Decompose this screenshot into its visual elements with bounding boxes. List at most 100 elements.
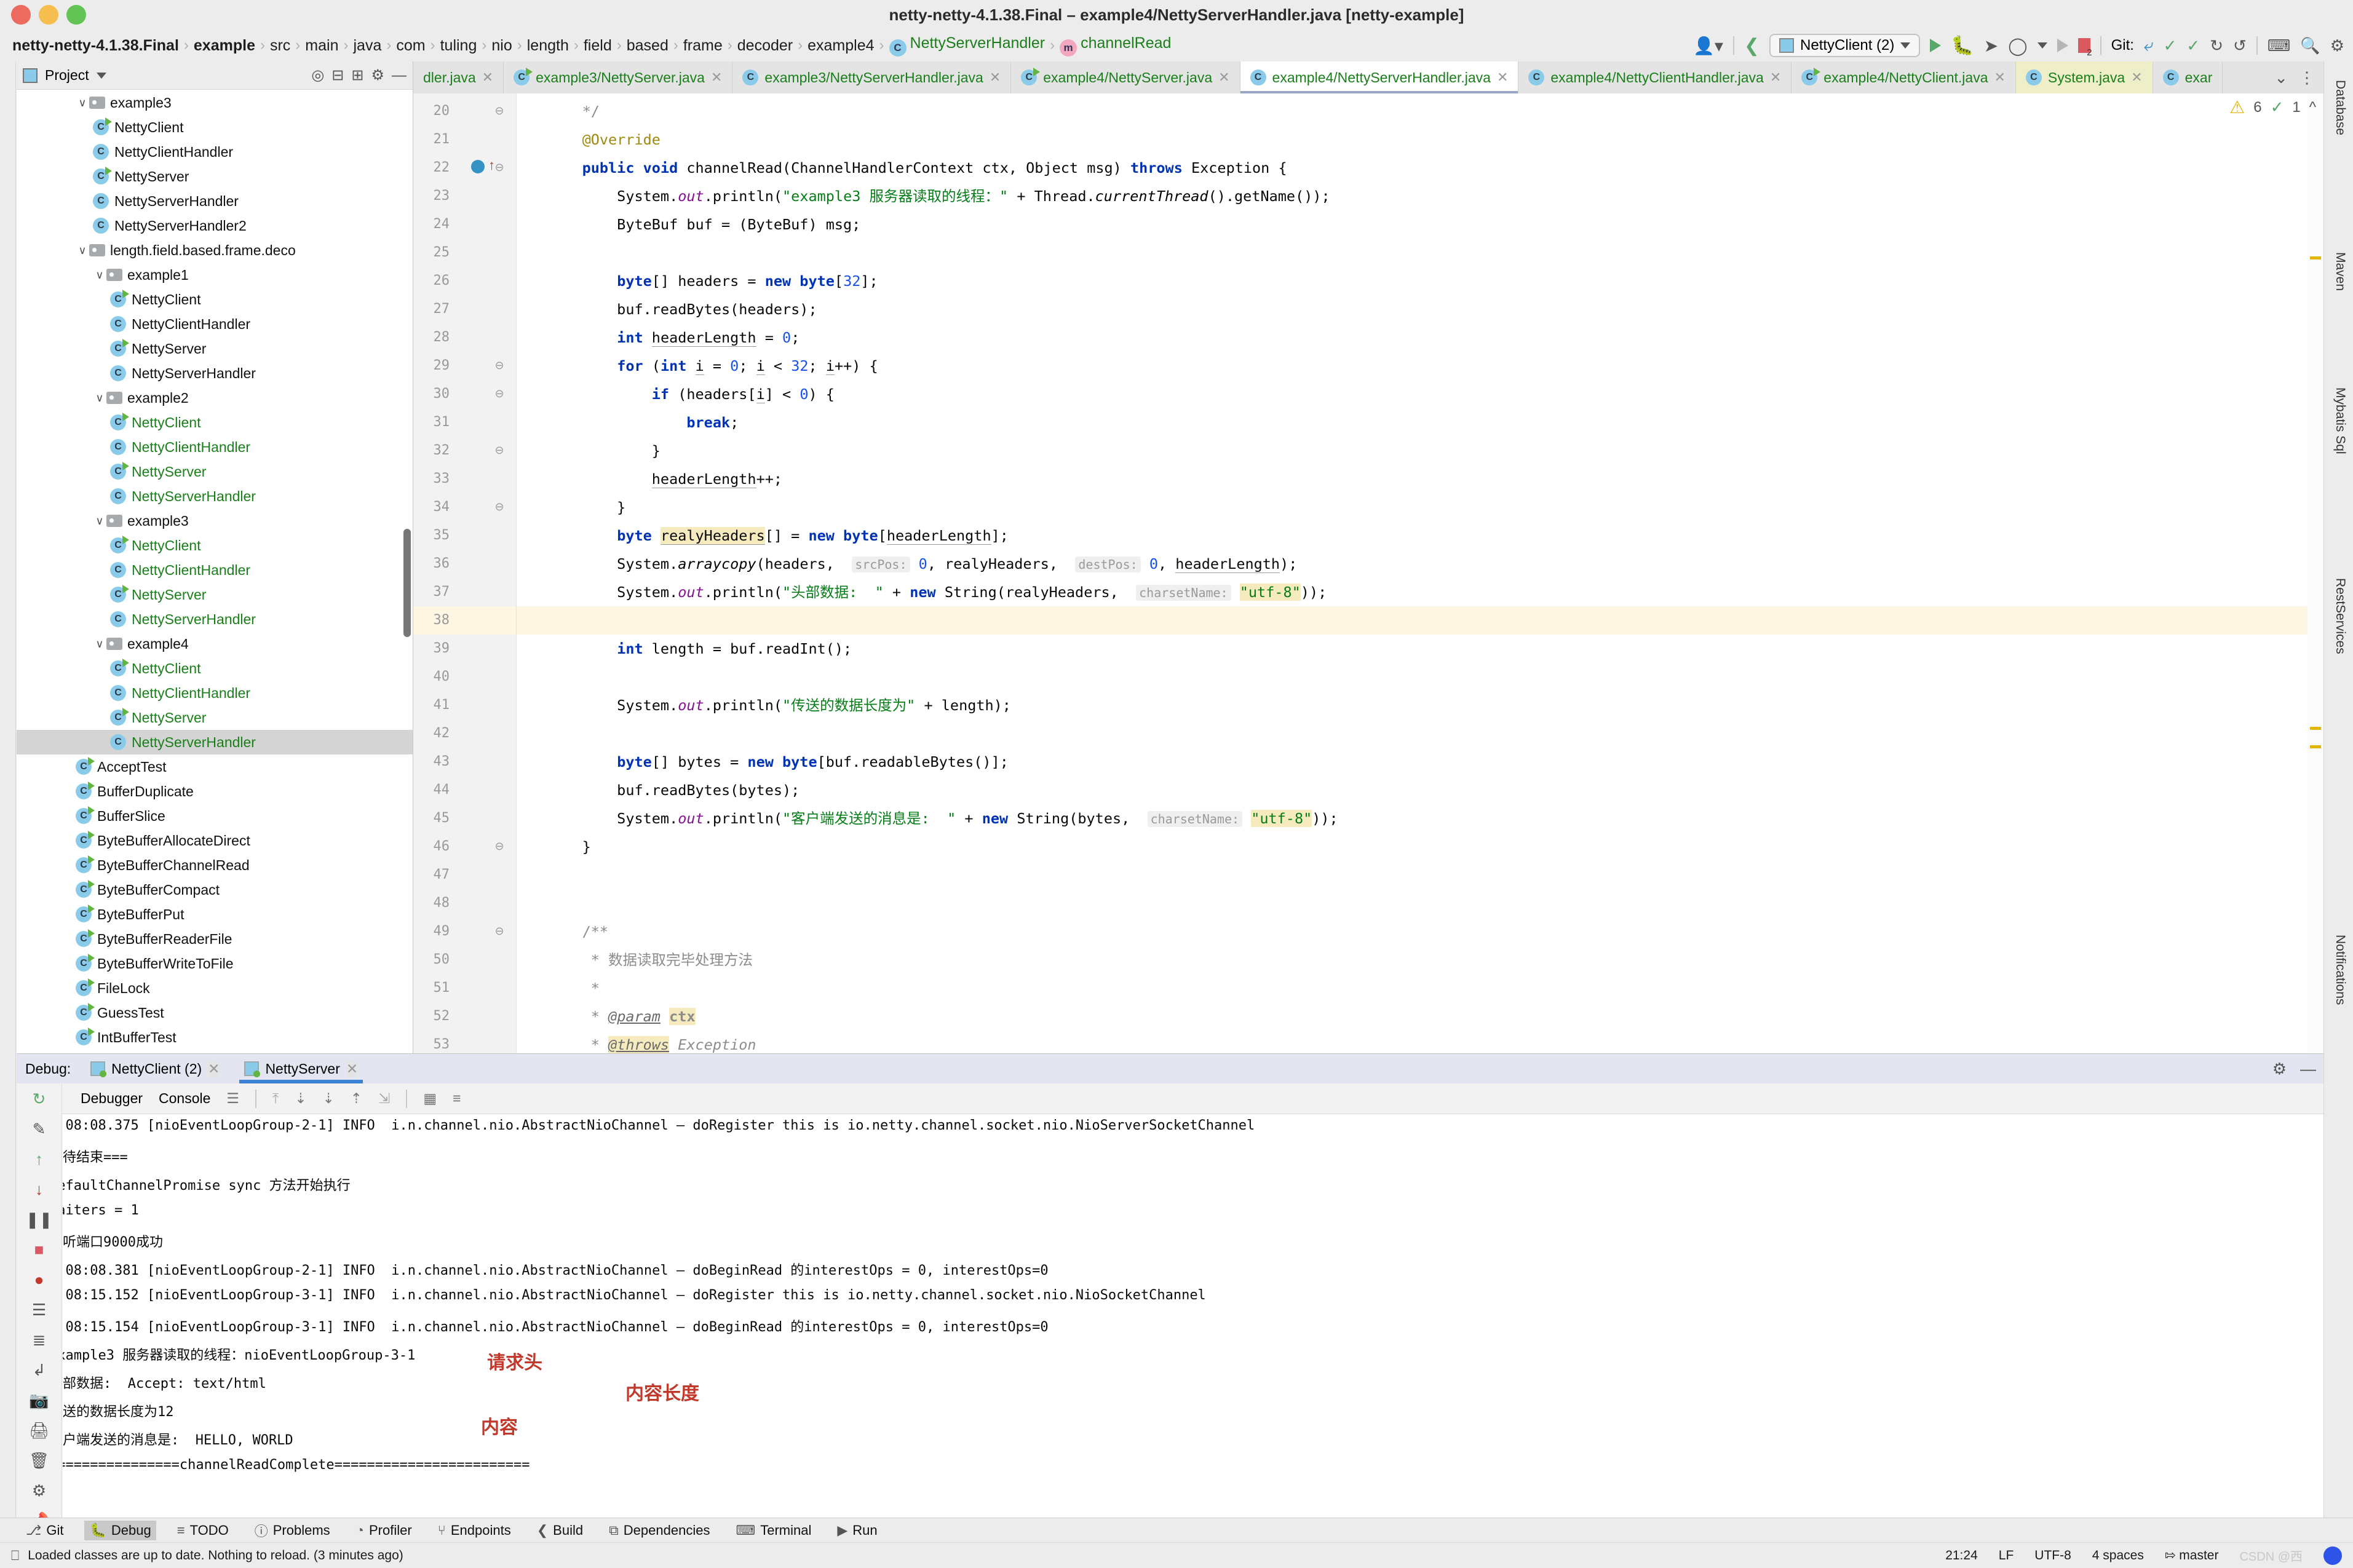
code-line[interactable]: @Override (547, 125, 661, 154)
breadcrumb-item-nio[interactable]: nio (488, 37, 515, 55)
clear-all-icon[interactable]: 🗑 (29, 1451, 49, 1470)
sidebar-item-maven[interactable]: Maven (2333, 252, 2347, 291)
close-icon[interactable]: ✕ (1770, 69, 1781, 85)
tool-window-debug[interactable]: 🐛Debug (84, 1521, 156, 1540)
console-tab[interactable]: Console (159, 1090, 210, 1107)
tool-window-profiler[interactable]: ◔Profiler (351, 1521, 417, 1540)
console-output[interactable]: 6:08:08.375 [nioEventLoopGroup-2-1] INFO… (63, 1114, 2323, 1518)
editor-tab-bar[interactable]: dler.java✕Cexample3/NettyServer.java✕Cex… (413, 61, 2323, 93)
code-line[interactable]: * @throws Exception (547, 1031, 756, 1053)
breadcrumb-item-method[interactable]: mchannelRead (1056, 34, 1175, 57)
code-line[interactable]: System.out.println("头部数据: " + new String… (547, 578, 1327, 606)
debug-tab-nettyclient[interactable]: NettyClient (2) ✕ (85, 1054, 224, 1083)
tool-window-git[interactable]: ⎇Git (21, 1521, 68, 1540)
code-fold-icon[interactable]: ⊖ (493, 840, 506, 853)
hide-panel-icon[interactable]: — (392, 67, 407, 84)
breadcrumb-item-frame[interactable]: frame (680, 37, 726, 55)
editor-tab-system-java[interactable]: CSystem.java✕ (2016, 61, 2153, 93)
git-commit-icon[interactable]: ✓ (2164, 36, 2177, 55)
tab-options-icon[interactable]: ⋮ (2299, 68, 2315, 87)
update-project-icon[interactable]: ❮ (1744, 35, 1760, 57)
step-into-icon[interactable]: ⇣ (295, 1090, 306, 1107)
tree-node-bytebufferput[interactable]: CByteBufferPut (17, 902, 413, 927)
tree-node-nettyclienthandler[interactable]: CNettyClientHandler (17, 435, 413, 459)
breadcrumb-item-com[interactable]: com (392, 37, 429, 55)
translate-icon[interactable]: ⌨ (2268, 36, 2291, 55)
view-breakpoints-icon[interactable]: ☰ (32, 1301, 46, 1320)
indent-setting[interactable]: 4 spaces (2092, 1548, 2144, 1563)
code-line[interactable]: int headerLength = 0; (547, 323, 800, 352)
breadcrumb-item-netty-netty-4-1-38-final[interactable]: netty-netty-4.1.38.Final (9, 37, 183, 55)
chevron-down-icon[interactable]: ∨ (93, 638, 106, 651)
pause-icon[interactable]: ❚❚ (26, 1210, 53, 1229)
tree-node-nettyserverhandler[interactable]: CNettyServerHandler (17, 361, 413, 386)
code-line[interactable]: buf.readBytes(headers); (547, 295, 817, 323)
tree-node-nettyserverhandler[interactable]: CNettyServerHandler (17, 730, 413, 754)
chevron-down-icon[interactable]: ∨ (93, 515, 106, 528)
tree-node-example3[interactable]: ∨example3 (17, 90, 413, 115)
debug-session-tabs[interactable]: Debug: NettyClient (2) ✕ NettyServer ✕ ⚙… (17, 1054, 2323, 1083)
run-button[interactable] (1930, 39, 1941, 52)
tool-window-problems[interactable]: ⓘProblems (250, 1519, 335, 1542)
code-fold-icon[interactable]: ⊖ (493, 161, 506, 174)
file-encoding[interactable]: UTF-8 (2034, 1548, 2071, 1563)
project-tree[interactable]: ∨example3CNettyClientCNettyClientHandler… (17, 90, 413, 1053)
code-fold-icon[interactable]: ⊖ (493, 501, 506, 513)
close-icon[interactable]: ✕ (346, 1061, 358, 1077)
code-line[interactable]: } (547, 437, 661, 465)
code-line[interactable]: for (int i = 0; i < 32; i++) { (547, 352, 878, 380)
breadcrumb-item-decoder[interactable]: decoder (734, 37, 796, 55)
scroll-up-icon[interactable]: ↑ (35, 1150, 43, 1169)
code-fold-icon[interactable]: ⊖ (493, 925, 506, 938)
soft-wrap-icon[interactable]: ↲ (33, 1361, 46, 1380)
code-line[interactable]: public void channelRead(ChannelHandlerCo… (547, 154, 1287, 182)
code-line[interactable]: } (547, 833, 591, 861)
tree-node-intbuffertest[interactable]: CIntBufferTest (17, 1025, 413, 1050)
tree-node-nettyserver[interactable]: CNettyServer (17, 582, 413, 607)
editor-gutter[interactable]: 2021222324252627282930313233343536373839… (413, 93, 517, 1053)
screenshot-icon[interactable]: 📷 (29, 1391, 49, 1410)
tree-node-example2[interactable]: ∨example2 (17, 386, 413, 410)
chevron-down-icon[interactable]: ∨ (93, 392, 106, 405)
tree-node-bufferslice[interactable]: CBufferSlice (17, 804, 413, 828)
tree-node-nettyclient[interactable]: CNettyClient (17, 410, 413, 435)
caret-position[interactable]: 21:24 (1945, 1548, 1978, 1563)
git-update-icon[interactable]: ⤶ (2144, 36, 2154, 56)
code-line[interactable]: System.arraycopy(headers, srcPos: 0, rea… (547, 550, 1297, 578)
tree-node-nettyserverhandler[interactable]: CNettyServerHandler (17, 484, 413, 509)
warning-marker[interactable] (2310, 745, 2321, 748)
sidebar-item-database[interactable]: Database (2333, 80, 2347, 135)
stop-button[interactable]: 2 (2078, 38, 2090, 53)
breadcrumb-item-tuling[interactable]: tuling (437, 37, 481, 55)
code-line[interactable]: if (headers[i] < 0) { (547, 380, 835, 408)
sidebar-item-restservices[interactable]: RestServices (2333, 578, 2347, 654)
gear-icon[interactable]: ⚙ (2272, 1059, 2287, 1079)
debugger-tab[interactable]: Debugger (81, 1090, 143, 1107)
tree-node-nettyclienthandler[interactable]: CNettyClientHandler (17, 681, 413, 705)
code-line[interactable]: byte[] bytes = new byte[buf.readableByte… (547, 748, 1009, 776)
tree-node-example1[interactable]: ∨example1 (17, 263, 413, 287)
editor-tab-example4-nettyclienthandler-java[interactable]: Cexample4/NettyClientHandler.java✕ (1518, 61, 1792, 93)
editor-tab-example4-nettyserverhandler-java[interactable]: Cexample4/NettyServerHandler.java✕ (1240, 61, 1519, 93)
breadcrumb-item-class[interactable]: CNettyServerHandler (886, 34, 1049, 57)
code-line[interactable]: byte[] headers = new byte[32]; (547, 267, 878, 295)
tree-node-nettyserver[interactable]: CNettyServer (17, 459, 413, 484)
code-fold-icon[interactable]: ⊖ (493, 387, 506, 400)
code-line[interactable]: headerLength++; (547, 465, 782, 493)
tree-node-nettyclienthandler[interactable]: CNettyClientHandler (17, 312, 413, 336)
git-revert-icon[interactable]: ↺ (2233, 36, 2247, 55)
debug-tab-nettyserver[interactable]: NettyServer ✕ (239, 1054, 363, 1083)
close-icon[interactable]: ✕ (208, 1061, 220, 1077)
gear-icon[interactable]: ⚙ (371, 66, 384, 84)
tree-node-bytebufferchannelread[interactable]: CByteBufferChannelRead (17, 853, 413, 877)
editor-tab-example4-nettyclient-java[interactable]: Cexample4/NettyClient.java✕ (1792, 61, 2016, 93)
close-icon[interactable]: ✕ (482, 69, 493, 85)
chevron-down-icon[interactable]: ∨ (76, 97, 89, 109)
tree-node-bytebufferreaderfile[interactable]: CByteBufferReaderFile (17, 927, 413, 951)
debug-toolbar[interactable]: Debugger Console ☰ ⤒ ⇣ ⇣ ⇡ ⇲ ▦ ≡ (17, 1083, 2323, 1114)
tree-node-nettyclienthandler[interactable]: CNettyClientHandler (17, 558, 413, 582)
tree-node-filelock[interactable]: CFileLock (17, 976, 413, 1000)
stop-icon[interactable]: ■ (34, 1240, 44, 1259)
code-line[interactable]: int length = buf.readInt(); (547, 635, 852, 663)
tree-node-nettyclient[interactable]: CNettyClient (17, 115, 413, 140)
